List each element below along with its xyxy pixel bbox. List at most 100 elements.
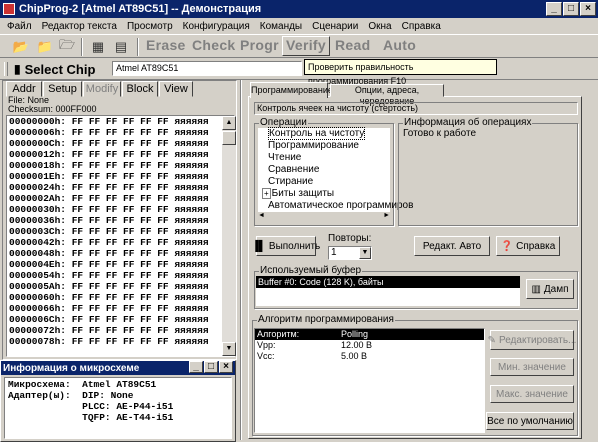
hex-row: 0000003Ch: FF FF FF FF FF FF яяяяяя [9, 226, 209, 237]
chip-info-icon[interactable]: ▦ [87, 37, 109, 57]
mini-close-button[interactable]: × [219, 361, 233, 373]
mini-minimize-button[interactable]: _ [189, 361, 203, 373]
menu-file[interactable]: Файл [2, 21, 37, 32]
repeats-value: 1 [331, 247, 337, 258]
buffer-item[interactable]: Buffer #0: Code (128 K), байты [256, 276, 520, 288]
tab-options[interactable]: Опции, адреса, чередование [330, 84, 444, 106]
edit-auto-button[interactable]: Редакт. Авто [414, 236, 490, 256]
hex-row: 00000006h: FF FF FF FF FF FF яяяяяя [9, 127, 209, 138]
device-field[interactable]: Atmel AT89C51 [112, 61, 302, 76]
edit-algo-button[interactable]: ✎ Редактировать... [487, 330, 576, 350]
load-file-icon[interactable]: 📁 [34, 37, 56, 57]
op-info-label: Информация об операциях [403, 117, 533, 128]
op-auto-program[interactable]: Автоматическое программиров [262, 200, 413, 212]
op-lock-bits[interactable]: Биты защиты [272, 188, 334, 199]
defaults-button[interactable]: Все по умолчанию [486, 412, 574, 430]
execute-button[interactable]: ▐▌ Выполнить [252, 236, 320, 256]
operations-tree[interactable]: Контроль на чистоту Программирование Чте… [258, 127, 413, 212]
select-chip-label: Select Chip [24, 61, 96, 77]
dump-icon: ▥ [531, 283, 541, 295]
scroll-up-icon[interactable]: ▲ [222, 116, 236, 130]
menu-text-editor[interactable]: Редактор текста [37, 21, 122, 32]
chip-info-title: Информация о микросхеме [3, 362, 140, 374]
menu-windows[interactable]: Окна [363, 21, 396, 32]
algo-row[interactable]: Vpp: 12.00 В [255, 340, 484, 351]
hex-row: 0000001Eh: FF FF FF FF FF FF яяяяяя [9, 171, 209, 182]
select-chip-button[interactable]: ▮ Select Chip [14, 59, 106, 79]
op-program[interactable]: Программирование [262, 140, 390, 152]
grip-handle [4, 62, 8, 76]
hex-row: 00000042h: FF FF FF FF FF FF яяяяяя [9, 237, 209, 248]
maximize-button[interactable]: □ [563, 2, 579, 16]
mini-maximize-button[interactable]: □ [204, 361, 218, 373]
open-file-icon[interactable]: 📂 [10, 37, 32, 57]
tab-view[interactable]: View [159, 81, 193, 97]
algorithm-table[interactable]: Алгоритм: Polling Vpp: 12.00 В Vcc: 5.00 В [254, 328, 485, 433]
erase-button[interactable]: Erase [146, 37, 186, 57]
dump-button[interactable]: ▥ Дамп [526, 279, 574, 299]
help-label: Справка [516, 240, 556, 252]
hex-row: 00000078h: FF FF FF FF FF FF яяяяяя [9, 336, 209, 347]
algorithm-label: Алгоритм программирования [257, 314, 395, 325]
op-compare[interactable]: Сравнение [262, 164, 390, 176]
checksum: Checksum: 000FF000 [8, 104, 97, 114]
save-file-icon[interactable]: 🗁 [56, 37, 78, 57]
chip-info-line: TQFP: AE-T44-i51 [8, 412, 174, 423]
hex-row: 00000024h: FF FF FF FF FF FF яяяяяя [9, 182, 209, 193]
window-title: ChipProg-2 [Atmel AT89C51] -- Демонстрац… [19, 3, 262, 15]
help-icon: ❓ [500, 240, 514, 252]
hex-row: 0000000Ch: FF FF FF FF FF FF яяяяяя [9, 138, 209, 149]
menu-configuration[interactable]: Конфигурация [178, 21, 255, 32]
scroll-thumb[interactable] [222, 131, 236, 145]
menu-scripts[interactable]: Сценарии [307, 21, 363, 32]
chip-info-line: Адаптер(ы): DIP: None [8, 390, 134, 401]
hex-row: 00000066h: FF FF FF FF FF FF яяяяяя [9, 303, 209, 314]
menu-commands[interactable]: Команды [255, 21, 307, 32]
hex-row: 0000006Ch: FF FF FF FF FF FF яяяяяя [9, 314, 209, 325]
algo-row[interactable]: Vcc: 5.00 В [255, 351, 484, 362]
splitter[interactable] [240, 80, 242, 440]
hex-row: 00000054h: FF FF FF FF FF FF яяяяяя [9, 270, 209, 281]
scroll-right-icon[interactable]: ► [383, 212, 390, 219]
progr-button[interactable]: Progr [240, 37, 279, 57]
buffer-label: Используемый буфер [259, 265, 363, 276]
hex-dump[interactable]: 00000000h: FF FF FF FF FF FF яяяяяя 0000… [6, 115, 235, 357]
tab-programming[interactable]: Программирование [250, 82, 333, 98]
minimize-button[interactable]: _ [546, 2, 562, 16]
buffer-icon[interactable]: ▤ [110, 37, 132, 57]
max-value-button[interactable]: Макс. значение [490, 385, 574, 403]
hex-row: 00000030h: FF FF FF FF FF FF яяяяяя [9, 204, 209, 215]
scroll-down-icon[interactable]: ▼ [222, 342, 236, 356]
title-bar: ChipProg-2 [Atmel AT89C51] -- Демонстрац… [0, 0, 598, 18]
op-erase[interactable]: Стирание [262, 176, 390, 188]
scroll-left-icon[interactable]: ◄ [258, 212, 265, 219]
execute-label: Выполнить [268, 240, 321, 252]
tab-modify[interactable]: Modify [83, 81, 121, 97]
buffer-list[interactable]: Buffer #0: Code (128 K), байты [256, 276, 520, 306]
min-value-button[interactable]: Мин. значение [490, 358, 574, 376]
dropdown-icon[interactable]: ▼ [359, 247, 371, 259]
hex-row: 00000018h: FF FF FF FF FF FF яяяяяя [9, 160, 209, 171]
hex-scrollbar[interactable]: ▲ ▼ [222, 116, 236, 356]
tab-block[interactable]: Block [122, 81, 158, 97]
verify-button[interactable]: Verify [282, 36, 330, 56]
chip-info-line: Микросхема: Atmel AT89C51 [8, 379, 157, 390]
expand-icon[interactable]: + [262, 188, 271, 199]
check-button[interactable]: Check [192, 37, 236, 57]
tree-hscrollbar[interactable]: ◄ ► [258, 212, 390, 224]
op-read[interactable]: Чтение [262, 152, 390, 164]
chip-info-line: PLCC: AE-P44-i51 [8, 401, 174, 412]
help-button[interactable]: ❓ Справка [496, 236, 560, 256]
hex-row: 00000000h: FF FF FF FF FF FF яяяяяя [9, 116, 209, 127]
repeats-select[interactable]: 1 ▼ [328, 246, 372, 260]
verify-tooltip: Проверить правильность программирования … [304, 59, 497, 86]
auto-button[interactable]: Auto [383, 37, 416, 57]
read-button[interactable]: Read [335, 37, 370, 57]
menu-view[interactable]: Просмотр [122, 21, 178, 32]
edit-icon: ✎ [487, 334, 496, 346]
menu-help[interactable]: Справка [397, 21, 446, 32]
close-button[interactable]: × [580, 2, 596, 16]
algo-row[interactable]: Алгоритм: Polling [255, 329, 484, 340]
hex-row: 00000072h: FF FF FF FF FF FF яяяяяя [9, 325, 209, 336]
op-blank-check[interactable]: Контроль на чистоту [268, 127, 366, 140]
